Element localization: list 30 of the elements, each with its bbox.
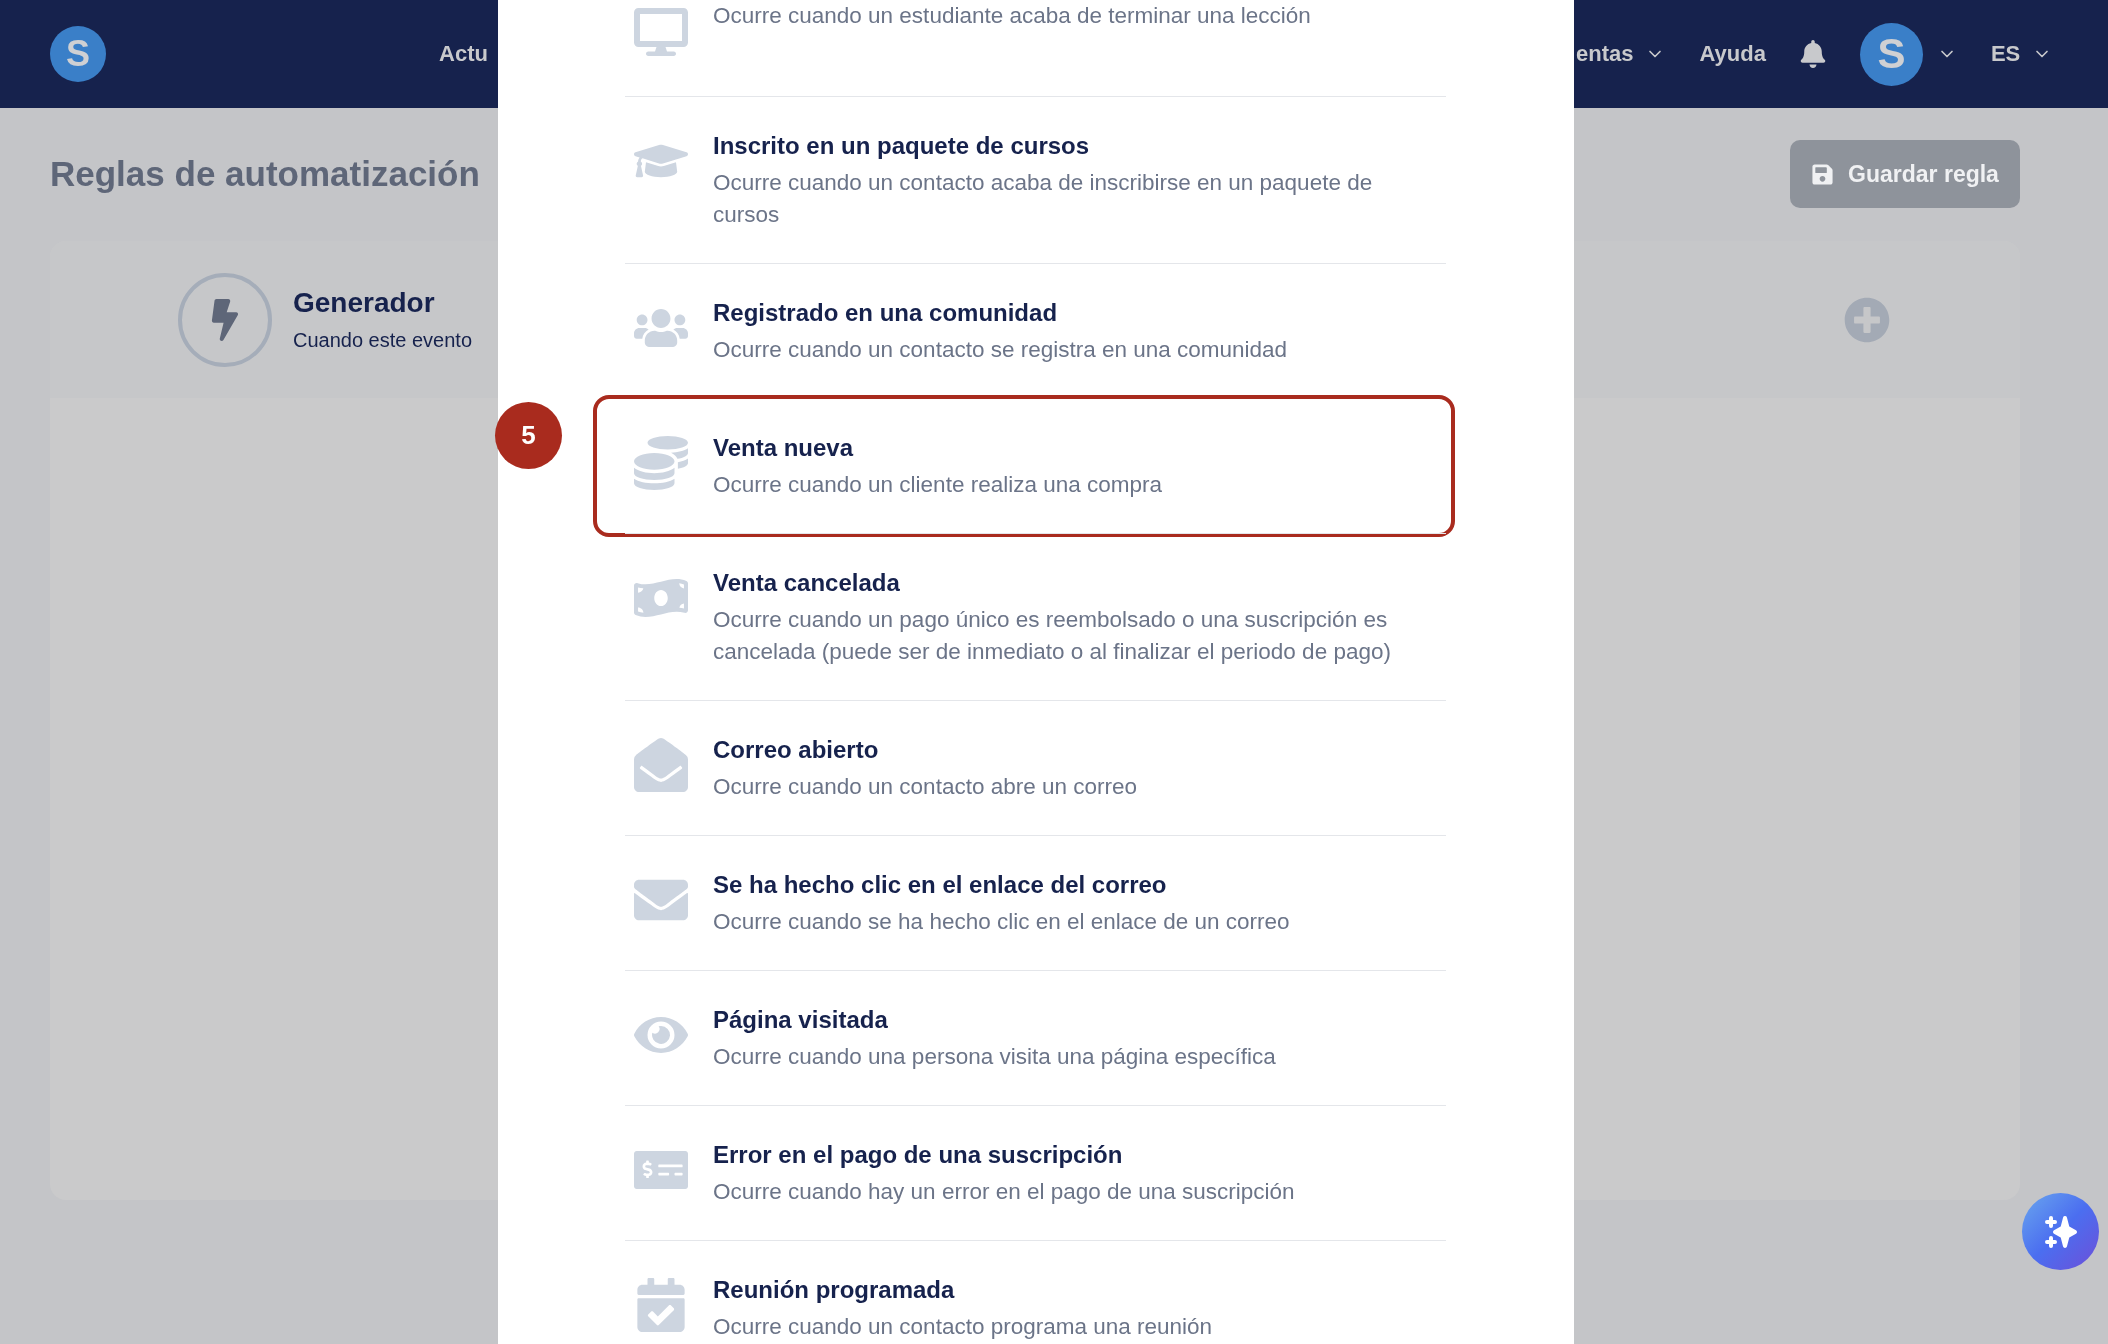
- event-description: Ocurre cuando un contacto se registra en una comunidad: [713, 336, 1288, 364]
- event-description: Ocurre cuando un cliente realiza una compra: [713, 471, 1162, 499]
- event-description: Ocurre cuando una persona visita una página específica: [713, 1043, 1276, 1071]
- event-description: Ocurre cuando un estudiante acaba de terminar una lección: [713, 2, 1311, 30]
- trigger-subtitle: Cuando este evento: [293, 329, 473, 352]
- event-option[interactable]: Venta nueva Ocurre cuando un cliente realiza una compra: [593, 395, 1455, 537]
- trigger-title: Generador: [293, 287, 436, 319]
- event-title: Registrado en una comunidad: [713, 298, 1059, 328]
- event-description: Ocurre cuando se ha hecho clic en el enlace de un correo: [713, 908, 1290, 936]
- event-description: Ocurre cuando un contacto abre un correo: [713, 773, 1137, 801]
- event-title: Reunión programada: [713, 1275, 956, 1305]
- event-title: Venta nueva: [713, 433, 855, 463]
- page-title: Reglas de automatización: [50, 154, 480, 194]
- language-selector[interactable]: ES: [1990, 41, 2053, 67]
- nav-link[interactable]: entas: [1576, 41, 1666, 67]
- nav-link[interactable]: Actu: [439, 41, 488, 67]
- save-icon: [1811, 162, 1835, 186]
- event-title: Venta cancelada: [713, 568, 901, 598]
- nav-link[interactable]: Ayuda: [1699, 41, 1766, 67]
- event-title: Se ha hecho clic en el enlace del correo: [713, 870, 1168, 900]
- event-title: Error en el pago de una suscripción: [713, 1140, 1124, 1170]
- event-title: Inscrito en un paquete de cursos: [713, 131, 1091, 161]
- event-description: Ocurre cuando hay un error en el pago de una suscripción: [713, 1178, 1295, 1206]
- lightning-icon: [178, 272, 272, 367]
- event-description: Ocurre cuando un pago único es reembolsado o una suscripción es cancelada (puede ser de inmediato o al finalizar el periodo de pago): [713, 606, 1392, 666]
- bell-icon[interactable]: [1799, 40, 1826, 68]
- event-title: Correo abierto: [713, 735, 880, 765]
- event-title: Página visitada: [713, 1005, 889, 1035]
- event-description: Ocurre cuando un contacto acaba de inscribirse en un paquete de cursos: [713, 169, 1374, 229]
- event-description: Ocurre cuando un contacto programa una reunión: [713, 1313, 1213, 1341]
